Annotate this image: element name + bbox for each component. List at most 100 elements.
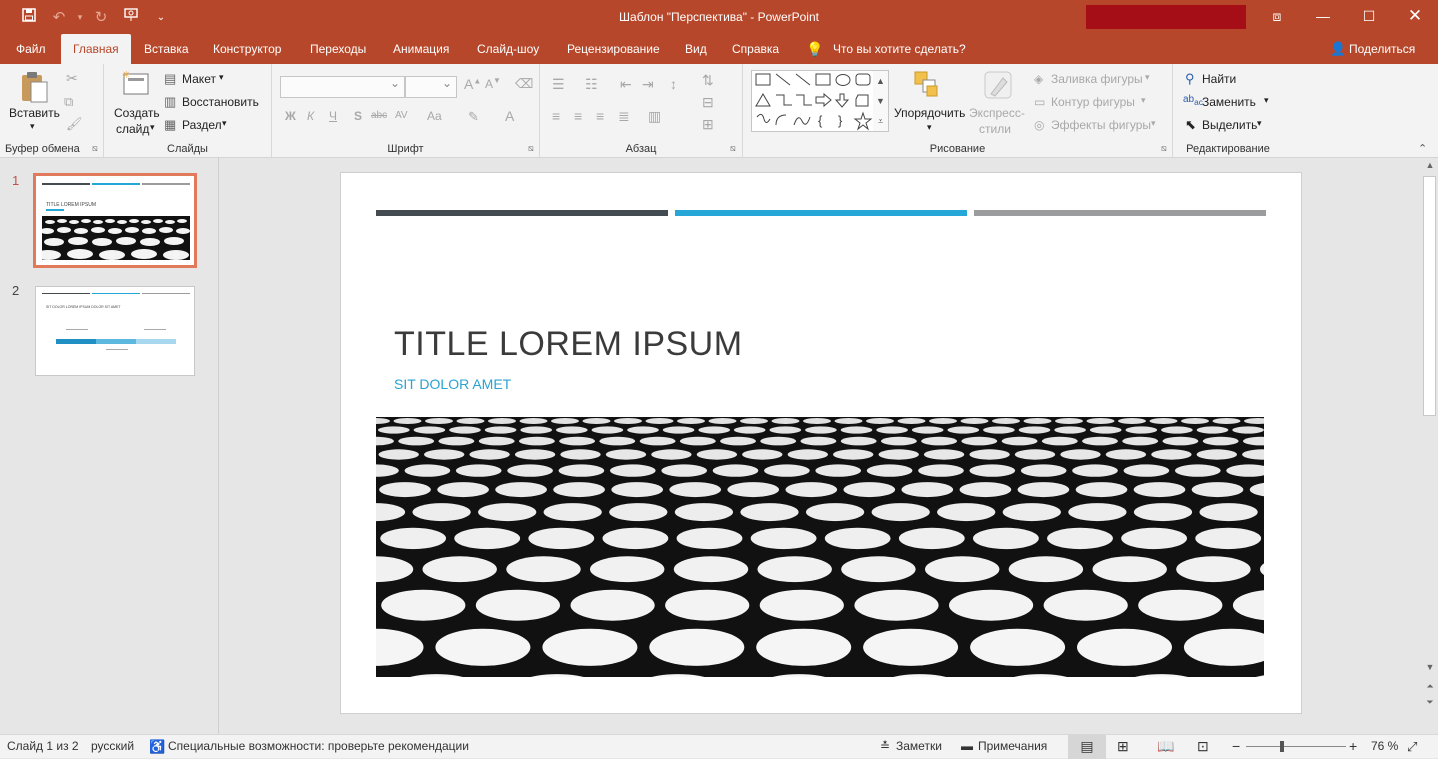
share-button[interactable]: Поделиться bbox=[1349, 34, 1415, 64]
next-slide-icon[interactable]: ⏷ bbox=[1422, 697, 1438, 708]
find-button[interactable]: Найти bbox=[1202, 72, 1236, 86]
numbering-icon[interactable]: ☷ bbox=[585, 76, 598, 93]
replace-button[interactable]: Заменить bbox=[1202, 95, 1256, 109]
slide-thumbnail-1[interactable]: TITLE LOREM IPSUM bbox=[33, 173, 197, 268]
change-case-button[interactable]: Aa bbox=[427, 109, 442, 123]
slide-thumbnail-2[interactable]: SIT DOLOR LOREM IPSUM DOLOR SIT AMET bbox=[35, 286, 195, 376]
close-icon[interactable]: ✕ bbox=[1392, 0, 1438, 34]
decrease-font-icon[interactable]: A▼ bbox=[485, 76, 501, 91]
format-painter-icon[interactable]: 🖌 bbox=[66, 116, 83, 132]
arrange-dropdown-icon[interactable]: ▾ bbox=[927, 122, 932, 133]
paste-icon[interactable] bbox=[18, 70, 50, 107]
arrange-button[interactable]: Упорядочить bbox=[894, 106, 965, 120]
dialog-launcher-icon[interactable]: ⧅ bbox=[92, 143, 98, 154]
smartart-icon[interactable]: ⊞ bbox=[702, 116, 714, 133]
clear-formatting-icon[interactable]: ⌫ bbox=[515, 76, 533, 92]
new-slide-icon[interactable]: ✳ bbox=[120, 70, 150, 101]
slide-sorter-icon[interactable]: ⊞ bbox=[1117, 735, 1129, 759]
tab-animations[interactable]: Анимация bbox=[393, 34, 449, 64]
accessibility-status[interactable]: Специальные возможности: проверьте реком… bbox=[168, 735, 469, 759]
tab-review[interactable]: Рецензирование bbox=[567, 34, 660, 64]
tab-insert[interactable]: Вставка bbox=[144, 34, 189, 64]
font-size-combo[interactable] bbox=[405, 76, 457, 98]
language-indicator[interactable]: русский bbox=[91, 735, 134, 759]
dialog-launcher-icon[interactable]: ⧅ bbox=[1161, 143, 1167, 154]
slide-editor[interactable]: TITLE LOREM IPSUM SIT DOLOR AMET bbox=[340, 172, 1302, 714]
italic-button[interactable]: К bbox=[307, 109, 314, 123]
minimize-icon[interactable]: — bbox=[1300, 0, 1346, 34]
text-direction-icon[interactable]: ⇅ bbox=[702, 72, 714, 89]
slide-subtitle[interactable]: SIT DOLOR AMET bbox=[394, 376, 511, 392]
tab-design[interactable]: Конструктор bbox=[213, 34, 281, 64]
font-family-combo[interactable] bbox=[280, 76, 405, 98]
notes-button[interactable]: Заметки bbox=[896, 735, 942, 759]
ribbon-display-options-icon[interactable]: ⧈ bbox=[1254, 0, 1300, 34]
new-slide-button-line2[interactable]: слайд bbox=[116, 122, 149, 136]
tell-me-search[interactable]: Что вы хотите сделать? bbox=[833, 34, 966, 64]
zoom-slider[interactable] bbox=[1246, 735, 1346, 759]
reading-view-icon[interactable]: 📖 bbox=[1157, 735, 1174, 759]
shape-outline-button[interactable]: Контур фигуры bbox=[1051, 95, 1135, 109]
tab-file[interactable]: Файл bbox=[16, 34, 46, 64]
dialog-launcher-icon[interactable]: ⧅ bbox=[528, 143, 534, 154]
copy-icon[interactable]: ⧉ bbox=[64, 94, 73, 110]
tab-slideshow[interactable]: Слайд-шоу bbox=[477, 34, 539, 64]
new-slide-dropdown-icon[interactable]: ▾ bbox=[150, 122, 155, 133]
shape-fill-button[interactable]: Заливка фигуры bbox=[1051, 72, 1143, 86]
slide-photo[interactable] bbox=[376, 417, 1264, 677]
tab-transitions[interactable]: Переходы bbox=[310, 34, 366, 64]
align-center-icon[interactable]: ≡ bbox=[574, 108, 582, 124]
bold-button[interactable]: Ж bbox=[285, 109, 296, 123]
arrange-icon[interactable] bbox=[913, 70, 941, 103]
increase-indent-icon[interactable]: ⇥ bbox=[642, 76, 654, 93]
columns-icon[interactable]: ▥ bbox=[648, 108, 661, 125]
shadow-button[interactable]: S bbox=[354, 109, 362, 123]
quick-styles-line2[interactable]: стили bbox=[979, 122, 1011, 136]
slideshow-view-icon[interactable]: ⊡ bbox=[1197, 735, 1209, 759]
cut-icon[interactable]: ✂ bbox=[66, 70, 78, 87]
zoom-out-icon[interactable]: − bbox=[1232, 735, 1240, 759]
zoom-level[interactable]: 76 % bbox=[1371, 735, 1398, 759]
new-slide-button-line1[interactable]: Создать bbox=[114, 106, 160, 120]
shapes-scroll[interactable]: ▲ ▼ ⩡ bbox=[873, 70, 889, 132]
reset-button[interactable]: Восстановить bbox=[182, 95, 259, 109]
maximize-icon[interactable]: ☐ bbox=[1346, 0, 1392, 34]
section-button[interactable]: Раздел bbox=[182, 118, 222, 132]
normal-view-icon[interactable]: ▤ bbox=[1068, 735, 1106, 759]
paste-button[interactable]: Вставить bbox=[9, 106, 60, 120]
scroll-thumb[interactable] bbox=[1423, 176, 1436, 416]
shape-fill-dropdown-icon[interactable]: ▾ bbox=[1145, 72, 1150, 83]
shapes-gallery[interactable]: { } bbox=[751, 70, 889, 132]
dialog-launcher-icon[interactable]: ⧅ bbox=[730, 143, 736, 154]
bullets-icon[interactable]: ☰ bbox=[552, 76, 565, 93]
fit-to-window-icon[interactable]: ⤢ bbox=[1407, 735, 1417, 759]
strikethrough-button[interactable]: abc bbox=[371, 110, 387, 121]
scroll-up-icon[interactable]: ▲ bbox=[1422, 160, 1438, 170]
layout-dropdown-icon[interactable]: ▾ bbox=[219, 72, 224, 83]
line-spacing-icon[interactable]: ↕ bbox=[670, 76, 677, 92]
underline-button[interactable]: Ч bbox=[329, 109, 337, 123]
slide-title[interactable]: TITLE LOREM IPSUM bbox=[394, 325, 743, 364]
replace-dropdown-icon[interactable]: ▾ bbox=[1264, 95, 1269, 106]
quick-styles-icon[interactable] bbox=[983, 70, 1015, 105]
align-right-icon[interactable]: ≡ bbox=[596, 108, 604, 124]
select-button[interactable]: Выделить bbox=[1202, 118, 1257, 132]
tab-view[interactable]: Вид bbox=[685, 34, 707, 64]
section-dropdown-icon[interactable]: ▾ bbox=[222, 118, 227, 129]
align-text-icon[interactable]: ⊟ bbox=[702, 94, 714, 111]
shape-effects-dropdown-icon[interactable]: ▾ bbox=[1151, 118, 1156, 129]
select-dropdown-icon[interactable]: ▾ bbox=[1257, 118, 1262, 129]
scroll-down-icon[interactable]: ▼ bbox=[1422, 662, 1438, 672]
char-spacing-button[interactable]: AV bbox=[395, 110, 408, 121]
collapse-ribbon-icon[interactable]: ⌃ bbox=[1418, 142, 1427, 155]
align-left-icon[interactable]: ≡ bbox=[552, 108, 560, 124]
zoom-in-icon[interactable]: + bbox=[1349, 735, 1357, 759]
increase-font-icon[interactable]: A▲ bbox=[464, 76, 481, 92]
previous-slide-icon[interactable]: ⏶ bbox=[1422, 681, 1438, 692]
shape-outline-dropdown-icon[interactable]: ▾ bbox=[1141, 95, 1146, 106]
font-color-button[interactable]: A bbox=[505, 108, 514, 124]
quick-styles-line1[interactable]: Экспресс- bbox=[969, 106, 1025, 120]
tab-home[interactable]: Главная bbox=[61, 34, 131, 64]
justify-icon[interactable]: ≣ bbox=[618, 108, 630, 125]
highlight-icon[interactable]: ✎ bbox=[468, 109, 479, 125]
